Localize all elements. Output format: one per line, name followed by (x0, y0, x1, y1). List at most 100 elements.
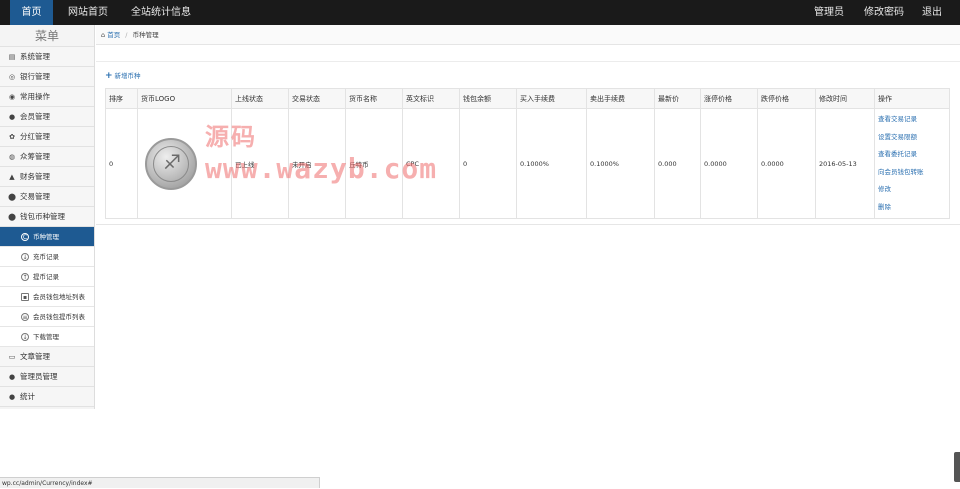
sidebar-sub-download[interactable]: ↓ 下载管理 (0, 327, 94, 347)
content-divider (96, 224, 960, 225)
content-header-area (96, 45, 960, 62)
gear-icon: ✿ (9, 133, 15, 141)
sidebar-sub-label: 会员钱包地址列表 (33, 293, 85, 301)
cell-limit-down: 0.0000 (757, 108, 816, 219)
column-header: 排序 (105, 88, 138, 109)
address-icon: ▪ (21, 293, 29, 301)
menu-title: 菜单 (0, 25, 94, 47)
sidebar-sub-currency[interactable]: C 币种管理 (0, 227, 94, 247)
user-icon: ● (8, 113, 16, 121)
sidebar-sub-label: 充币记录 (33, 253, 59, 261)
coin-logo-image: ♐ (145, 137, 197, 190)
sidebar-item-label: 财务管理 (20, 172, 50, 181)
document-icon: ▭ (8, 353, 16, 361)
add-currency-label: 新增币种 (114, 72, 141, 80)
cell-modified: 2016-05-13 (815, 108, 875, 219)
bank-icon: ◎ (8, 73, 16, 81)
add-currency-button[interactable]: + 新增币种 (105, 70, 141, 81)
column-header: 卖出手续费 (586, 88, 655, 109)
view-orders-link[interactable]: 查看委托记录 (878, 146, 949, 164)
sidebar-item-dividend[interactable]: ✿ 分红管理 (0, 127, 94, 147)
sidebar-item-finance[interactable]: ▲ 财务管理 (0, 167, 94, 187)
sidebar-sub-wallet-withdraw[interactable]: ≡ 会员钱包提币列表 (0, 307, 94, 327)
set-trade-limit-link[interactable]: 设置交易限额 (878, 129, 949, 147)
sidebar-sub-wallet-address[interactable]: ▪ 会员钱包地址列表 (0, 287, 94, 307)
sidebar: 菜单 ▤ 系统管理 ◎ 银行管理 ◉ 常用操作 ● 会员管理 ✿ 分红管理 ◍ 众筹管理 ▲… (0, 25, 95, 409)
sidebar-item-label: 文章管理 (20, 352, 50, 361)
breadcrumb-home[interactable]: 首页 (107, 31, 120, 39)
sidebar-item-members[interactable]: ● 会员管理 (0, 107, 94, 127)
cell-operations: 查看交易记录 设置交易限额 查看委托记录 向会员钱包转账 修改 删除 (874, 108, 950, 219)
stats-icon: ● (8, 393, 16, 401)
view-trade-records-link[interactable]: 查看交易记录 (878, 111, 949, 129)
top-navbar: 首页 网站首页 全站统计信息 管理员 修改密码 退出 (0, 0, 960, 25)
column-header: 修改时间 (815, 88, 875, 109)
edit-link[interactable]: 修改 (878, 181, 949, 199)
sidebar-item-stats[interactable]: ● 统计 (0, 387, 94, 407)
withdraw-icon: ↑ (21, 273, 29, 281)
sidebar-sub-withdraw[interactable]: ↑ 提币记录 (0, 267, 94, 287)
list-icon: ≡ (21, 313, 29, 321)
sidebar-item-system[interactable]: ▤ 系统管理 (0, 47, 94, 67)
group-icon: ◍ (8, 153, 16, 161)
admin-icon: ● (8, 373, 16, 381)
sidebar-item-common[interactable]: ◉ 常用操作 (0, 87, 94, 107)
cell-buy-fee: 0.1000% (516, 108, 587, 219)
edge-tab-widget[interactable] (954, 452, 960, 482)
column-header: 货币名称 (345, 88, 403, 109)
nav-site-home[interactable]: 网站首页 (68, 0, 108, 25)
nav-logout[interactable]: 退出 (922, 0, 942, 25)
nav-site-stats[interactable]: 全站统计信息 (131, 0, 191, 25)
column-header: 货币LOGO (137, 88, 232, 109)
wallet-icon: ⬤ (8, 213, 16, 221)
cell-sort: 0 (105, 108, 138, 219)
watermark-text: 源码 (205, 123, 257, 151)
nav-admin[interactable]: 管理员 (814, 0, 844, 25)
deposit-icon: ↓ (21, 253, 29, 261)
cell-latest-price: 0.000 (654, 108, 701, 219)
sidebar-item-label: 系统管理 (20, 52, 50, 61)
breadcrumb-current: 币种管理 (132, 31, 159, 39)
sidebar-sub-label: 提币记录 (33, 273, 59, 281)
sidebar-item-label: 分红管理 (20, 132, 50, 141)
sidebar-item-bank[interactable]: ◎ 银行管理 (0, 67, 94, 87)
cell-limit-up: 0.0000 (700, 108, 758, 219)
download-icon: ↓ (21, 333, 29, 341)
column-header: 上线状态 (231, 88, 289, 109)
sidebar-sub-label: 会员钱包提币列表 (33, 313, 85, 321)
sidebar-item-label: 会员管理 (20, 112, 50, 121)
sidebar-item-trade[interactable]: ⬤ 交易管理 (0, 187, 94, 207)
column-header: 买入手续费 (516, 88, 587, 109)
sidebar-item-articles[interactable]: ▭ 文章管理 (0, 347, 94, 367)
money-icon: ▲ (9, 173, 15, 181)
nav-change-password[interactable]: 修改密码 (864, 0, 904, 25)
breadcrumb: ⌂ 首页 / 币种管理 (96, 25, 960, 45)
sidebar-sub-label: 下载管理 (33, 333, 59, 341)
exchange-icon: ⬤ (8, 193, 16, 201)
sidebar-item-label: 众筹管理 (20, 152, 50, 161)
column-header: 跌停价格 (757, 88, 816, 109)
sidebar-item-wallet[interactable]: ⬤ 钱包币种管理 (0, 207, 94, 227)
sidebar-item-crowdfund[interactable]: ◍ 众筹管理 (0, 147, 94, 167)
table-header-row: 排序 货币LOGO 上线状态 交易状态 货币名称 英文标识 钱包余额 买入手续费… (105, 88, 950, 109)
column-header: 钱包余额 (459, 88, 517, 109)
sidebar-item-label: 常用操作 (20, 92, 50, 101)
column-header: 最新价 (654, 88, 701, 109)
sidebar-item-admins[interactable]: ● 管理员管理 (0, 367, 94, 387)
column-header: 交易状态 (288, 88, 346, 109)
coin-icon: C (21, 233, 29, 241)
sidebar-item-label: 交易管理 (20, 192, 50, 201)
browser-status-url: wp.cc/admin/Currency/index# (0, 477, 320, 488)
archer-figure-icon: ♐ (163, 149, 181, 174)
column-header: 涨停价格 (700, 88, 758, 109)
plus-icon: + (105, 71, 113, 81)
breadcrumb-separator: / (125, 31, 128, 39)
column-header: 英文标识 (402, 88, 460, 109)
nav-home[interactable]: 首页 (10, 0, 53, 25)
delete-link[interactable]: 删除 (878, 199, 949, 217)
sidebar-sub-deposit[interactable]: ↓ 充币记录 (0, 247, 94, 267)
transfer-to-wallet-link[interactable]: 向会员钱包转账 (878, 164, 949, 182)
sidebar-item-label: 管理员管理 (20, 372, 58, 381)
sidebar-item-label: 银行管理 (20, 72, 50, 81)
sidebar-item-label: 钱包币种管理 (20, 212, 65, 221)
